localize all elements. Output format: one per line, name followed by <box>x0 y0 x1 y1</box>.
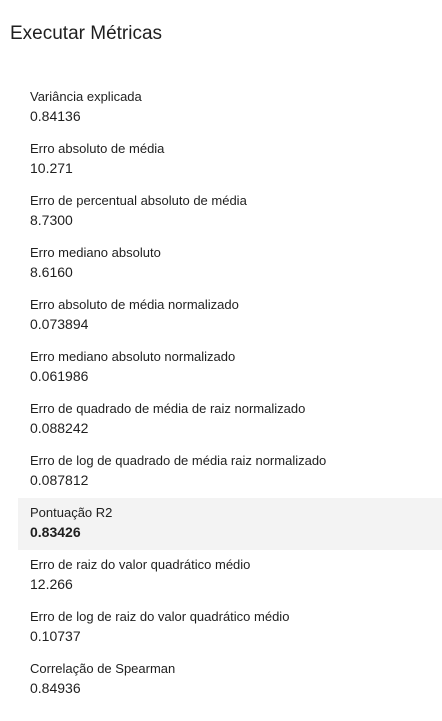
panel-title: Executar Métricas <box>10 23 163 44</box>
metric-item-normalized-mean-absolute-error[interactable]: Erro absoluto de média normalizado 0.073… <box>18 290 442 342</box>
metric-label: Variância explicada <box>30 89 142 104</box>
metric-value: 0.83426 <box>30 524 81 540</box>
metric-list: Variância explicada 0.84136 Erro absolut… <box>18 82 442 706</box>
metric-label: Correlação de Spearman <box>30 661 176 676</box>
metric-label: Erro de raiz do valor quadrático médio <box>30 557 251 572</box>
metric-label: Erro de quadrado de média de raiz normal… <box>30 401 306 416</box>
metric-value: 0.84936 <box>30 680 81 696</box>
metric-label: Erro absoluto de média normalizado <box>30 297 239 312</box>
metric-item-normalized-root-mean-squared-error[interactable]: Erro de quadrado de média de raiz normal… <box>18 394 442 446</box>
metric-item-median-absolute-error[interactable]: Erro mediano absoluto 8.6160 <box>18 238 442 290</box>
metric-item-mean-absolute-error[interactable]: Erro absoluto de média 10.271 <box>18 134 442 186</box>
metric-item-explained-variance[interactable]: Variância explicada 0.84136 <box>18 82 442 134</box>
metric-value: 0.84136 <box>30 108 81 124</box>
run-metrics-panel: Executar Métricas Variância explicada 0.… <box>0 0 442 721</box>
metric-label: Erro de log de quadrado de média raiz no… <box>30 453 327 468</box>
metric-label: Pontuação R2 <box>30 505 113 520</box>
metric-item-spearman-correlation[interactable]: Correlação de Spearman 0.84936 <box>18 654 442 706</box>
metric-item-root-mean-squared-error[interactable]: Erro de raiz do valor quadrático médio 1… <box>18 550 442 602</box>
metric-item-mean-absolute-percentage-error[interactable]: Erro de percentual absoluto de média 8.7… <box>18 186 442 238</box>
metric-value: 10.271 <box>30 160 73 176</box>
metric-value: 8.7300 <box>30 212 73 228</box>
metric-value: 0.061986 <box>30 368 89 384</box>
metric-item-normalized-root-mean-squared-log-error[interactable]: Erro de log de quadrado de média raiz no… <box>18 446 442 498</box>
metric-item-r2-score[interactable]: Pontuação R2 0.83426 <box>18 498 442 550</box>
metric-item-root-mean-squared-log-error[interactable]: Erro de log de raiz do valor quadrático … <box>18 602 442 654</box>
metric-label: Erro de log de raiz do valor quadrático … <box>30 609 290 624</box>
metric-label: Erro de percentual absoluto de média <box>30 193 247 208</box>
metric-value: 0.073894 <box>30 316 89 332</box>
metric-value: 8.6160 <box>30 264 73 280</box>
metric-item-normalized-median-absolute-error[interactable]: Erro mediano absoluto normalizado 0.0619… <box>18 342 442 394</box>
metric-label: Erro absoluto de média <box>30 141 165 156</box>
metric-label: Erro mediano absoluto normalizado <box>30 349 236 364</box>
metric-value: 12.266 <box>30 576 73 592</box>
metric-value: 0.087812 <box>30 472 89 488</box>
metric-label: Erro mediano absoluto <box>30 245 161 260</box>
metric-value: 0.10737 <box>30 628 81 644</box>
metric-value: 0.088242 <box>30 420 89 436</box>
